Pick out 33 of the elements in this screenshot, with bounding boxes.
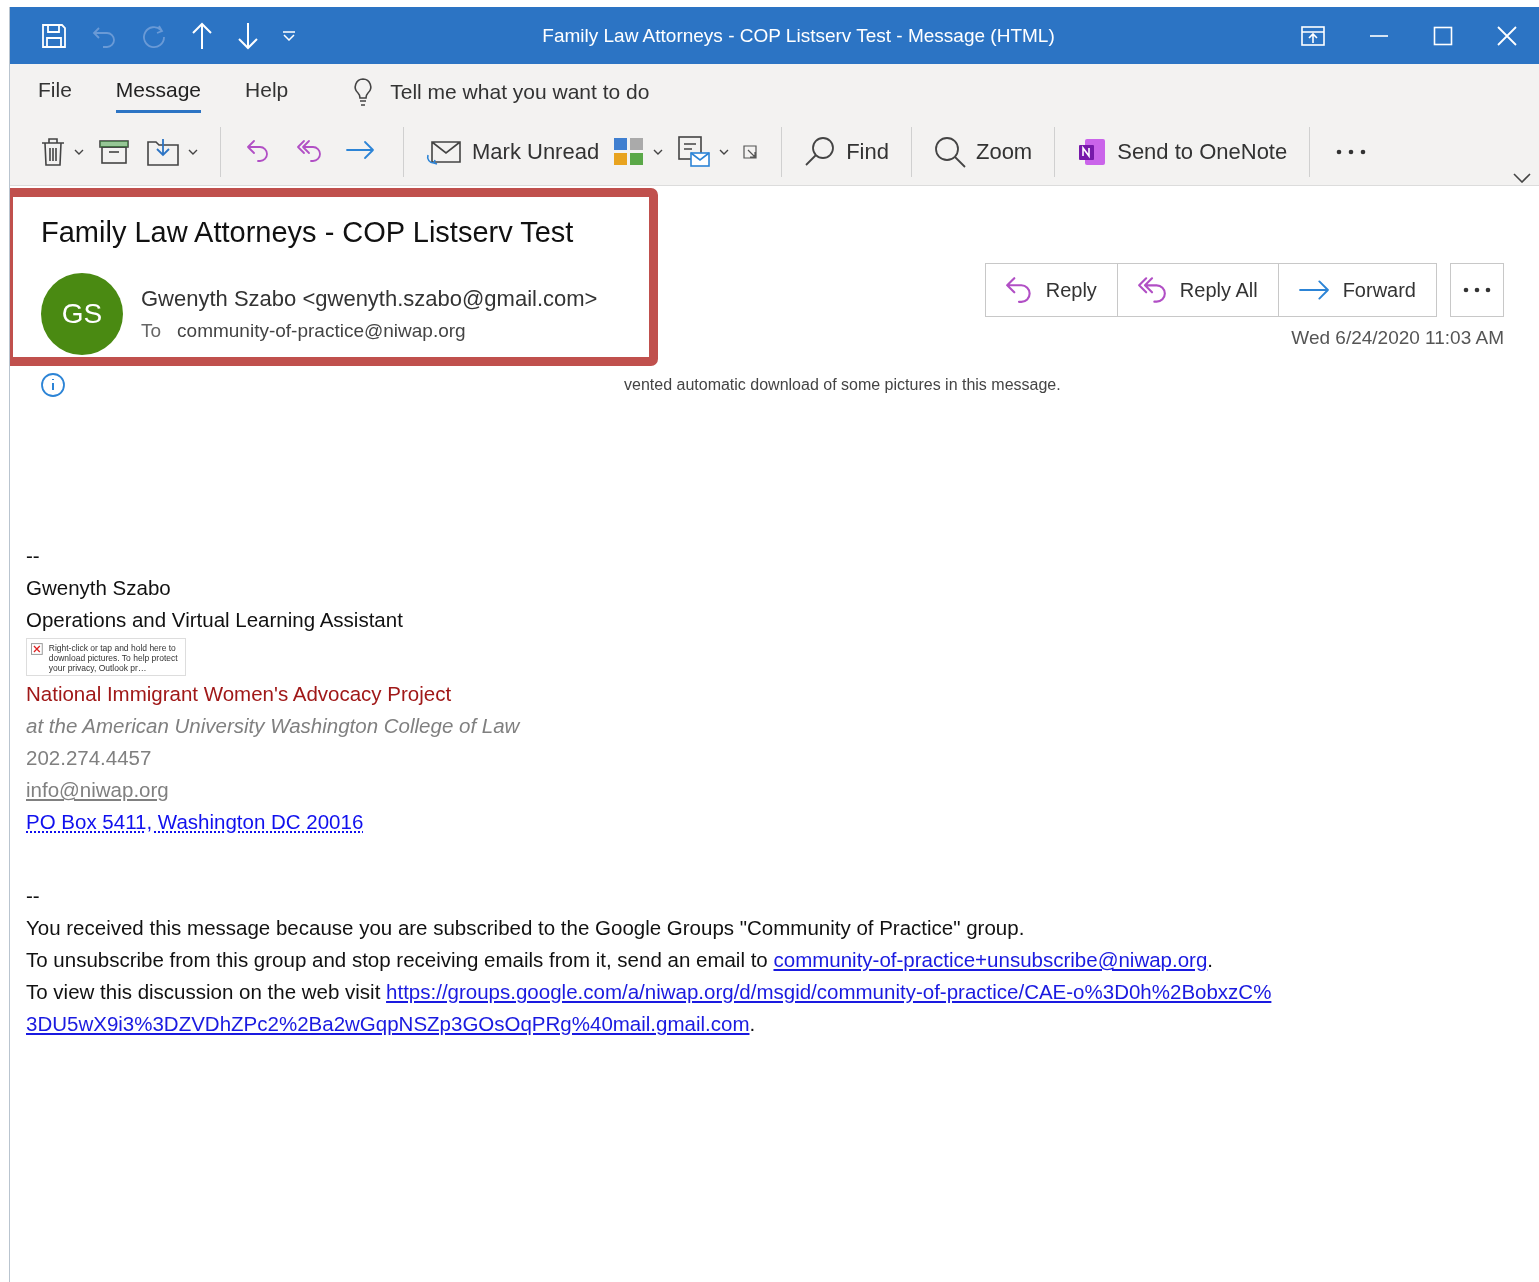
send-to-onenote-button[interactable]: Send to OneNote xyxy=(1071,133,1294,171)
footer-paragraph: To unsubscribe from this group and stop receiving emails from it, send an email to community-of-practice+unsubscribe@niwap.org. xyxy=(26,947,1215,973)
link[interactable]: community-of-practice+unsubscribe@niwap.org xyxy=(773,948,1208,971)
mark-unread-button[interactable]: Mark Unread xyxy=(420,133,606,171)
separator-text: -- xyxy=(26,884,40,908)
link[interactable]: 3DU5wX9i3%3DZVDhZPc2%2Ba2wGqpNSZp3GOsOqPRg%40mail.gmail.com xyxy=(26,1012,750,1035)
tell-me-field[interactable]: Tell me what you want to do xyxy=(388,78,713,105)
email-link[interactable]: info@niwap.org xyxy=(26,778,169,802)
phone-number: 202.274.4457 xyxy=(26,746,152,770)
recipient: community-of-practice@niwap.org xyxy=(177,320,466,342)
signature-text: Operations and Virtual Learning Assistant xyxy=(26,608,403,632)
to-label: To xyxy=(141,320,162,342)
ribbon-tab[interactable]: Help xyxy=(245,70,289,113)
link[interactable]: https://groups.google.com/a/niwap.org/d/msgid/community-of-practice/CAE-o%3D0h%2BobxzC% xyxy=(386,980,1272,1003)
blocked-image-text: Right-click or tap and hold here to download pictures. To help protect your privacy, Outlook pr… xyxy=(48,643,179,671)
message-date: Wed 6/24/2020 11:03 AM xyxy=(1291,327,1504,349)
footer-paragraph: To view this discussion on the web visit https://groups.google.com/a/niwap.org/d/msgid/community-of-practice/CAE-o%3D0h%2BobxzC% 3DU5wX9i3%3DZVDhZPc2%2Ba2wGqpNSZp3GOsOqPRg%40mail.gmail.com. xyxy=(26,979,1273,1037)
sender-name: Gwenyth Szabo <gwenyth.szabo@gmail.com> xyxy=(141,286,598,312)
info-bar-text[interactable]: vented automatic download of some pictures in this message. xyxy=(624,376,1061,394)
zoom-button[interactable]: Zoom xyxy=(927,132,1039,172)
ribbon-tab[interactable]: File xyxy=(38,70,72,113)
signature-text: at the American University Washington College of Law xyxy=(26,714,520,738)
sender-avatar: GS xyxy=(41,273,123,355)
message-subject: Family Law Attorneys - COP Listserv Test xyxy=(41,216,575,249)
ribbon-tab[interactable]: Message xyxy=(115,70,202,113)
footer-paragraph: You received this message because you are subscribed to the Google Groups "Community of Practice" group. xyxy=(26,915,1026,941)
signature-text: -- xyxy=(26,544,40,568)
signature-text: Gwenyth Szabo xyxy=(26,576,171,600)
address-link[interactable]: PO Box 5411, Washington DC 20016 xyxy=(26,810,364,834)
organization-name: National Immigrant Women's Advocacy Project xyxy=(26,682,452,706)
find-button[interactable]: Find xyxy=(798,132,895,172)
blocked-image[interactable]: Right-click or tap and hold here to download pictures. To help protect your privacy, Outlook pr… xyxy=(26,638,186,676)
window-title: Family Law Attorneys - COP Listserv Test - Message (HTML) xyxy=(541,24,1056,47)
